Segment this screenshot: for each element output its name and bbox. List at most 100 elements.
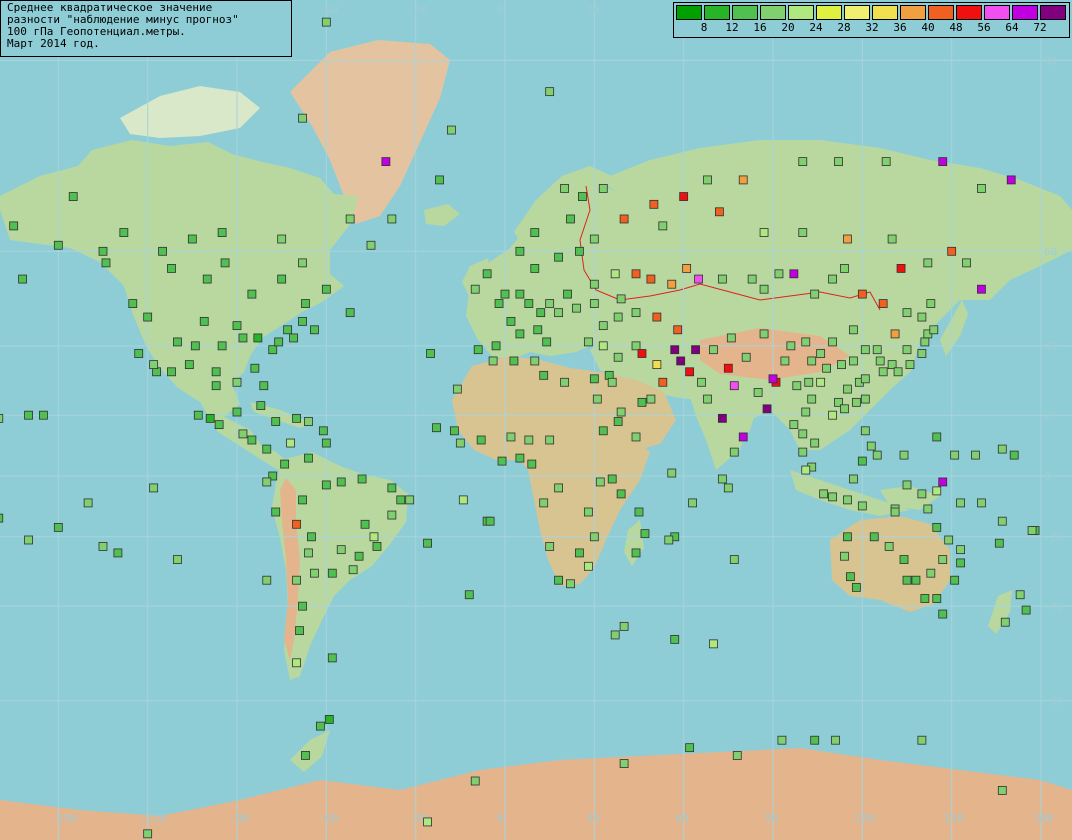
legend-label: 32: [865, 21, 879, 34]
station-marker: [741, 352, 751, 362]
station-marker: [828, 337, 837, 347]
latitude-label: 60: [1044, 245, 1057, 258]
station-marker: [280, 459, 290, 469]
station-marker: [98, 246, 108, 256]
station-marker: [327, 653, 337, 663]
station-marker: [997, 444, 1007, 454]
station-marker: [977, 284, 986, 294]
station-marker: [202, 274, 212, 284]
station-marker: [843, 495, 852, 505]
station-marker: [932, 486, 942, 496]
station-marker: [345, 308, 355, 318]
station-marker: [193, 410, 203, 420]
station-marker: [432, 423, 441, 433]
station-marker: [860, 345, 870, 355]
station-marker: [39, 410, 48, 420]
station-marker: [238, 333, 248, 343]
station-marker: [589, 299, 599, 308]
station-marker: [113, 548, 123, 558]
station-marker: [649, 199, 659, 209]
station-marker: [321, 480, 331, 490]
station-marker: [828, 410, 837, 420]
station-marker: [310, 568, 319, 578]
station-marker: [917, 312, 927, 322]
station-marker: [610, 269, 620, 279]
station-marker: [872, 345, 882, 355]
station-marker: [798, 447, 808, 457]
station-marker: [298, 258, 307, 268]
station-marker: [637, 397, 647, 407]
station-marker: [875, 356, 885, 366]
station-marker: [956, 558, 965, 568]
station-marker: [613, 417, 623, 426]
station-marker: [527, 459, 537, 469]
station-marker: [324, 715, 334, 724]
station-marker: [1009, 450, 1019, 460]
station-marker: [310, 325, 319, 335]
station-marker: [667, 279, 677, 289]
station-marker: [902, 308, 912, 318]
station-marker: [732, 751, 742, 760]
station-marker: [616, 407, 626, 417]
station-marker: [920, 337, 930, 347]
station-marker: [277, 234, 287, 244]
station-marker: [840, 404, 849, 414]
station-marker: [685, 743, 695, 753]
station-marker: [509, 356, 519, 366]
station-marker: [679, 192, 689, 201]
station-marker: [262, 477, 272, 487]
station-marker: [24, 535, 33, 545]
station-marker: [238, 429, 248, 439]
latitude-label: -60: [1044, 695, 1064, 708]
legend-swatch: [704, 5, 730, 20]
station-marker: [715, 207, 724, 217]
station-marker: [301, 751, 310, 760]
station-marker: [321, 438, 331, 448]
station-marker: [658, 221, 668, 231]
station-marker: [685, 367, 695, 377]
station-marker: [18, 274, 28, 284]
station-marker: [1006, 175, 1016, 185]
station-marker: [119, 228, 129, 237]
longitude-label: 150: [944, 812, 964, 825]
station-marker: [423, 817, 432, 827]
station-marker: [860, 374, 870, 384]
station-marker: [589, 374, 599, 384]
station-marker: [971, 450, 980, 460]
station-marker: [938, 555, 948, 564]
station-marker: [631, 432, 641, 442]
station-marker: [977, 498, 986, 508]
longitude-label: 0: [497, 812, 504, 825]
station-marker: [881, 157, 891, 167]
station-marker: [807, 394, 817, 404]
station-marker: [211, 367, 221, 377]
station-marker: [762, 404, 772, 414]
legend-label: 8: [700, 21, 708, 34]
station-marker: [53, 240, 63, 250]
station-marker: [729, 555, 739, 564]
map-title: Среднее квадратическое значение разности…: [0, 0, 292, 57]
station-marker: [664, 535, 674, 545]
station-marker: [327, 568, 337, 578]
legend-label: 28: [837, 21, 851, 34]
station-marker: [840, 264, 849, 273]
station-marker: [851, 582, 861, 592]
world-map: -150-150-120-120-90-90-60-60-30-30003030…: [0, 0, 1072, 840]
station-marker: [83, 498, 93, 508]
legend-swatch: [956, 5, 982, 20]
station-marker: [917, 489, 927, 499]
station-marker: [277, 274, 287, 284]
station-marker: [128, 299, 138, 308]
station-marker: [691, 345, 700, 355]
station-marker: [554, 575, 563, 585]
legend-label: 56: [977, 21, 991, 34]
station-marker: [68, 192, 78, 201]
station-marker: [24, 410, 33, 420]
station-marker: [899, 555, 909, 564]
legend-label: 72: [1033, 21, 1047, 34]
station-marker: [298, 113, 307, 123]
station-marker: [435, 175, 444, 185]
station-marker: [515, 246, 525, 256]
station-marker: [637, 349, 647, 358]
station-marker: [768, 374, 778, 384]
